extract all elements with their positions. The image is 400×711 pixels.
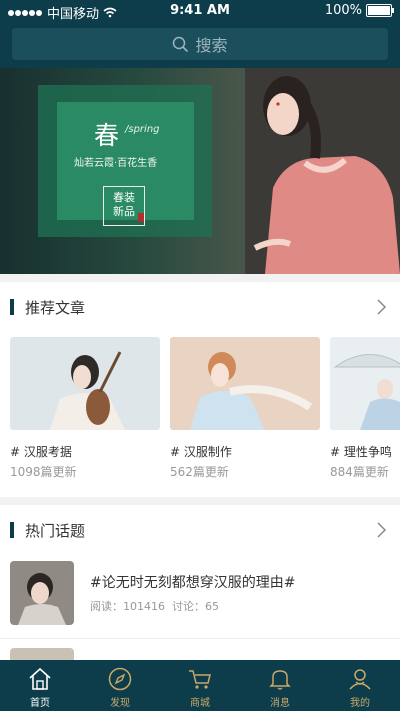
article-card[interactable]: # 汉服考据 1098篇更新 [10,337,160,487]
article-card[interactable]: # 理性争鸣 884篇更新 [330,337,400,487]
battery-icon [366,4,394,17]
article-count: 562篇更新 [170,465,229,479]
recommended-articles-section: 推荐文章 # 汉服考据 1098篇更新 # 汉服制作 562篇更新 # 理性争鸣… [0,282,400,497]
search-input[interactable]: 搜索 [12,28,388,60]
chevron-right-icon[interactable] [372,521,390,539]
topic-meta: 阅读：101416 讨论：65 [90,598,219,614]
topic-item[interactable]: #论无时无刻都想穿汉服的理由# 阅读：101416 讨论：65 [0,558,400,639]
tab-home[interactable]: 首页 [0,660,80,711]
topic-reads-label: 阅读： [90,600,123,613]
profile-icon [349,669,371,690]
tab-label: 我的 [350,698,370,709]
topics-title: 热门话题 [25,522,86,540]
header: 搜索 [0,22,400,68]
section-marker [10,522,14,538]
banner-season: 春 [94,121,120,150]
promo-banner[interactable]: 春 /spring 灿若云霞·百花生香 春装 新品 [0,68,400,274]
section-marker [10,299,14,315]
search-icon [173,36,189,52]
article-count: 1098篇更新 [10,465,77,479]
compass-icon [108,667,132,691]
tab-shop[interactable]: 商城 [160,660,240,711]
chevron-right-icon[interactable] [372,298,390,316]
banner-season-en: /spring [125,124,160,135]
topic-thumbnail [10,561,74,625]
article-card-image [170,337,320,430]
search-placeholder: 搜索 [195,36,228,55]
topic-comments-label: 讨论： [172,600,205,613]
red-seal-icon [138,213,144,222]
tab-label: 消息 [270,698,290,709]
article-category: # 汉服考据 [10,445,72,459]
articles-header[interactable]: 推荐文章 [0,282,400,332]
banner-tag-line1: 春装 [113,191,135,204]
banner-model-image [245,68,400,274]
tab-label: 商城 [190,698,210,709]
topic-comments: 65 [205,600,219,613]
article-card-image [10,337,160,430]
articles-title: 推荐文章 [25,299,86,317]
battery-percent: 100% [324,3,362,18]
topic-title: #论无时无刻都想穿汉服的理由# [90,575,296,591]
tab-discover[interactable]: 发现 [80,660,160,711]
article-card-list: # 汉服考据 1098篇更新 # 汉服制作 562篇更新 # 理性争鸣 884篇… [10,337,400,487]
article-card[interactable]: # 汉服制作 562篇更新 [170,337,320,487]
article-category: # 理性争鸣 [330,445,392,459]
tab-messages[interactable]: 消息 [240,660,320,711]
article-count: 884篇更新 [330,465,389,479]
tab-profile[interactable]: 我的 [320,660,400,711]
bell-icon [269,670,291,690]
banner-tagline: 灿若云霞·百花生香 [74,158,158,169]
cart-icon [189,670,211,689]
tab-label: 发现 [110,698,130,709]
home-icon [29,667,51,690]
status-bar: 中国移动 9:41 AM 100% [0,0,400,22]
tab-bar: 首页 发现 商城 消息 我的 [0,660,400,711]
tab-label: 首页 [30,698,50,709]
article-category: # 汉服制作 [170,445,232,459]
topics-header[interactable]: 热门话题 [0,505,400,555]
article-card-image [330,337,400,430]
topic-reads: 101416 [123,600,165,613]
